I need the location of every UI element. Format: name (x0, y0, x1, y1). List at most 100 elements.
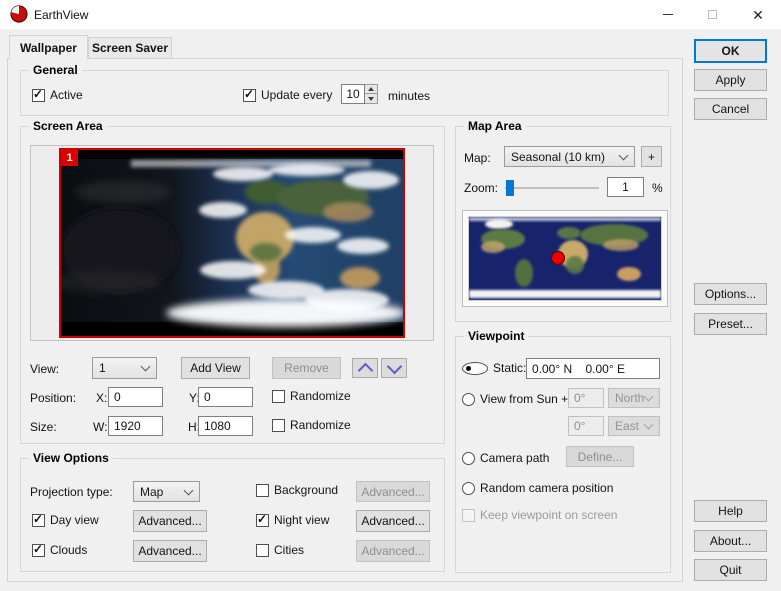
about-button[interactable]: About... (694, 530, 767, 552)
active-checkbox-label: Active (50, 88, 83, 102)
window-title: EarthView (34, 8, 89, 22)
chevron-down-icon (140, 361, 151, 372)
update-every-checkbox[interactable]: Update every (243, 88, 332, 102)
size-randomize-checkbox[interactable]: Randomize (272, 418, 351, 432)
background-checkbox[interactable]: Background (256, 483, 338, 497)
titlebar: EarthView ✕ (0, 0, 781, 29)
random-camera-label: Random camera position (480, 481, 614, 495)
w-label: W: (93, 420, 108, 434)
spinner-up-button[interactable] (365, 84, 378, 94)
map-select[interactable]: Seasonal (10 km) (504, 146, 635, 167)
earth-preview-image (61, 150, 403, 336)
sun-lat-offset-value: 0° (574, 391, 586, 405)
help-button[interactable]: Help (694, 500, 767, 522)
minimize-button[interactable] (645, 0, 690, 29)
size-w-field[interactable]: 1920 (108, 416, 163, 436)
quit-button[interactable]: Quit (694, 559, 767, 581)
checkbox-box (243, 88, 256, 102)
radio-box (462, 392, 475, 406)
minimap-panel (462, 210, 668, 307)
sun-lon-direction-select: East (608, 416, 660, 436)
remove-view-label: Remove (284, 361, 329, 375)
zoom-label: Zoom: (464, 181, 499, 195)
ok-button[interactable]: OK (694, 39, 767, 63)
minutes-label: minutes (388, 89, 431, 103)
preset-button[interactable]: Preset... (694, 313, 767, 335)
cities-advanced-button: Advanced... (356, 540, 430, 562)
checkbox-box (256, 543, 269, 557)
view-select[interactable]: 1 (92, 357, 157, 379)
view-options-group-title: View Options (29, 451, 113, 465)
map-select-value: Seasonal (10 km) (511, 149, 606, 164)
ok-label: OK (721, 44, 740, 58)
radio-box (462, 361, 488, 375)
earthview-window: EarthView ✕ Wallpaper Screen Saver Gener… (0, 0, 781, 591)
spinner-down-button[interactable] (365, 94, 378, 104)
size-h-field[interactable]: 1080 (198, 416, 253, 436)
projection-type-select[interactable]: Map (133, 481, 200, 502)
move-view-down-button[interactable] (381, 358, 407, 378)
general-group-title: General (29, 63, 82, 77)
close-icon: ✕ (752, 6, 764, 23)
about-label: About... (709, 534, 752, 548)
active-checkbox[interactable]: Active (32, 88, 83, 102)
position-x-field[interactable]: 0 (108, 387, 163, 407)
checkbox-box (462, 508, 475, 522)
cities-checkbox[interactable]: Cities (256, 543, 304, 557)
update-every-label: Update every (261, 88, 333, 102)
move-view-up-button[interactable] (352, 358, 378, 378)
quit-label: Quit (719, 563, 742, 577)
close-button[interactable]: ✕ (735, 0, 781, 29)
night-view-checkbox[interactable]: Night view (256, 513, 329, 527)
camera-path-radio[interactable]: Camera path (462, 451, 549, 465)
viewpoint-group-title: Viewpoint (464, 329, 529, 343)
clouds-label: Clouds (50, 543, 88, 557)
zoom-value: 1 (622, 180, 629, 194)
tab-screensaver[interactable]: Screen Saver (88, 37, 172, 58)
checkbox-box (272, 418, 285, 432)
spinner-up-icon (368, 87, 374, 91)
random-camera-radio[interactable]: Random camera position (462, 481, 613, 495)
chevron-down-icon (618, 150, 629, 160)
sun-lon-offset-value: 0° (574, 419, 586, 433)
clouds-advanced-button[interactable]: Advanced... (133, 540, 207, 562)
advanced-label: Advanced... (361, 544, 425, 558)
preset-label: Preset... (708, 317, 753, 331)
define-label: Define... (577, 449, 623, 464)
update-interval-spinner[interactable]: 10 (341, 84, 378, 104)
update-interval-value[interactable]: 10 (341, 84, 365, 104)
position-randomize-label: Randomize (290, 389, 351, 403)
chevron-down-icon (386, 358, 402, 374)
chevron-down-icon (183, 485, 194, 495)
options-label: Options... (704, 287, 757, 301)
screen-preview[interactable]: 1 (59, 148, 405, 338)
options-button[interactable]: Options... (694, 283, 767, 305)
tab-wallpaper[interactable]: Wallpaper (9, 35, 88, 59)
zoom-unit-label: % (652, 181, 663, 195)
sun-lat-direction-value: North (615, 391, 645, 405)
day-view-checkbox[interactable]: Day view (32, 513, 99, 527)
apply-button[interactable]: Apply (694, 69, 767, 91)
position-randomize-checkbox[interactable]: Randomize (272, 389, 351, 403)
add-map-button[interactable]: + (641, 146, 662, 167)
size-w-value: 1920 (114, 419, 141, 433)
view-label: View: (30, 362, 60, 376)
position-y-field[interactable]: 0 (198, 387, 253, 407)
night-advanced-button[interactable]: Advanced... (356, 510, 430, 532)
zoom-slider-track[interactable] (505, 187, 599, 189)
zoom-value-field[interactable]: 1 (607, 177, 644, 197)
tab-wallpaper-label: Wallpaper (20, 40, 77, 55)
add-view-button[interactable]: Add View (181, 357, 250, 379)
projection-type-value: Map (140, 484, 164, 499)
day-advanced-button[interactable]: Advanced... (133, 510, 207, 532)
view-from-sun-radio[interactable]: View from Sun + (462, 392, 568, 406)
minimap[interactable] (468, 216, 662, 301)
cancel-button[interactable]: Cancel (694, 98, 767, 120)
static-coordinates-field[interactable]: 0.00° N 0.00° E (526, 358, 660, 379)
screen-preview-panel: 1 (30, 145, 434, 341)
spinner-down-icon (368, 96, 374, 101)
clouds-checkbox[interactable]: Clouds (32, 543, 87, 557)
static-radio[interactable]: Static: (462, 361, 526, 375)
radio-box (462, 481, 475, 495)
zoom-slider-thumb[interactable] (506, 180, 514, 196)
